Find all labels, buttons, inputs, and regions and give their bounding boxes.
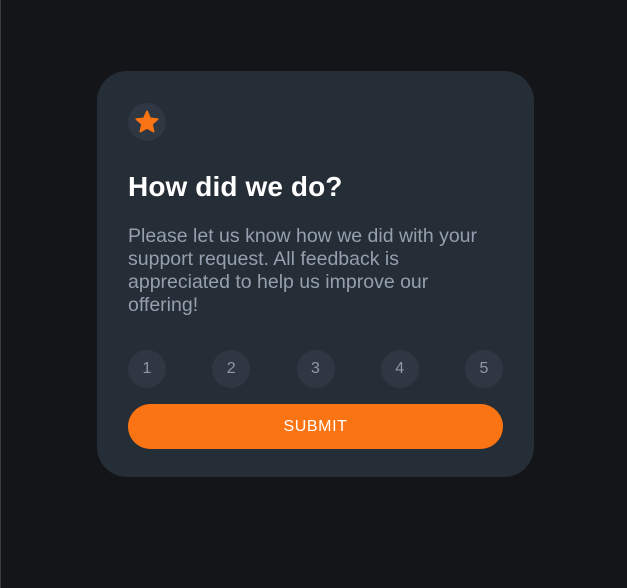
rating-card: How did we do? Please let us know how we… <box>97 71 534 477</box>
card-description: Please let us know how we did with your … <box>128 225 478 316</box>
rating-option-2[interactable]: 2 <box>212 350 251 388</box>
submit-button[interactable]: SUBMIT <box>128 404 503 449</box>
rating-option-3[interactable]: 3 <box>296 350 335 388</box>
rating-option-1[interactable]: 1 <box>128 350 166 388</box>
card-title: How did we do? <box>128 171 343 202</box>
rating-options: 1 2 3 4 5 <box>128 350 503 388</box>
star-icon-badge <box>128 103 166 141</box>
rating-option-4[interactable]: 4 <box>380 350 419 388</box>
rating-option-5[interactable]: 5 <box>465 350 503 388</box>
star-icon <box>135 110 159 133</box>
